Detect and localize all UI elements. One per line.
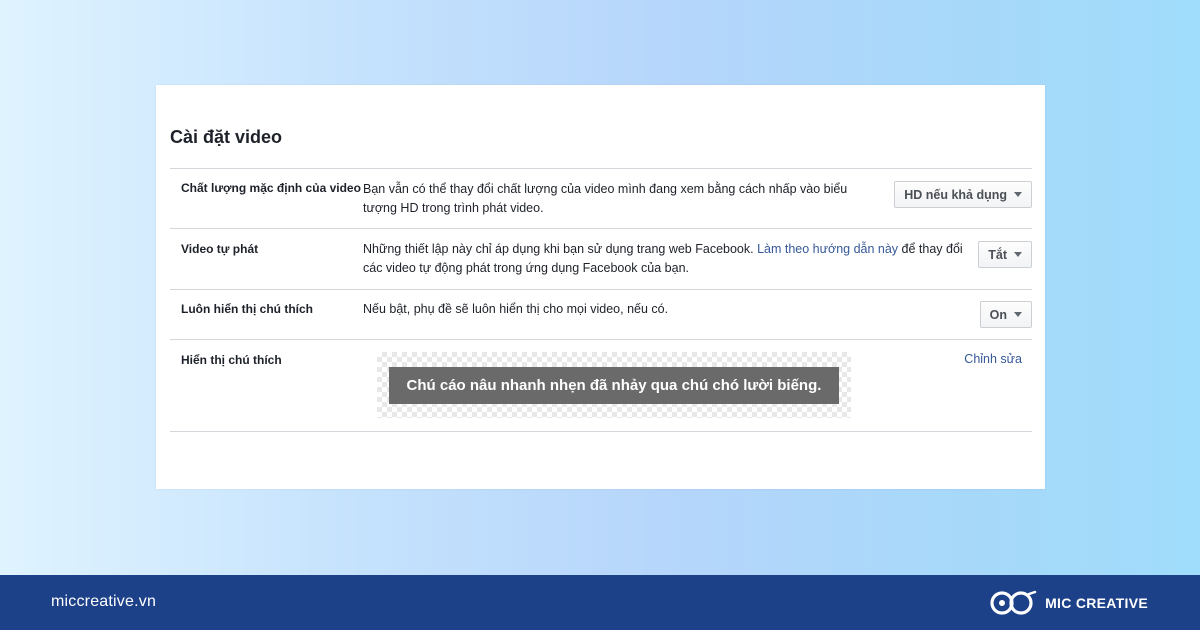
default-quality-description: Bạn vẫn có thể thay đổi chất lượng của v… xyxy=(363,182,848,215)
default-quality-label: Chất lượng mặc định của video xyxy=(181,181,361,195)
divider xyxy=(170,168,1032,169)
dropdown-value: On xyxy=(989,307,1007,322)
dropdown-value: Tắt xyxy=(988,247,1007,262)
mic-creative-logo-icon xyxy=(990,590,1037,615)
brand-logo: MIC CREATIVE xyxy=(989,588,1148,618)
brand-name: MIC CREATIVE xyxy=(1045,595,1148,611)
default-quality-dropdown[interactable]: HD nếu khả dụng xyxy=(894,181,1032,208)
edit-captions-link[interactable]: Chỉnh sửa xyxy=(964,352,1022,366)
caption-sample: Chú cáo nâu nhanh nhẹn đã nhảy qua chú c… xyxy=(389,367,839,404)
autoplay-dropdown[interactable]: Tắt xyxy=(978,241,1032,268)
chevron-down-icon xyxy=(1014,312,1022,317)
always-show-captions-label: Luôn hiển thị chú thích xyxy=(181,302,313,316)
chevron-down-icon xyxy=(1014,252,1022,257)
always-show-captions-dropdown[interactable]: On xyxy=(979,301,1032,328)
dropdown-value: HD nếu khả dụng xyxy=(904,187,1007,202)
autoplay-description-text: Những thiết lập này chỉ áp dụng khi bạn … xyxy=(363,242,754,256)
caption-preview: Chú cáo nâu nhanh nhẹn đã nhảy qua chú c… xyxy=(377,352,851,418)
page-title: Cài đặt video xyxy=(170,127,283,147)
autoplay-description: Những thiết lập này chỉ áp dụng khi bạn … xyxy=(363,240,963,278)
video-settings-panel: Cài đặt video Chất lượng mặc định của vi… xyxy=(156,85,1045,489)
divider xyxy=(170,289,1032,290)
divider xyxy=(170,228,1032,229)
always-show-captions-description: Nếu bật, phụ đề sẽ luôn hiển thị cho mọi… xyxy=(363,302,669,316)
caption-display-label: Hiển thị chú thích xyxy=(181,353,282,367)
divider xyxy=(170,339,1032,340)
autoplay-label: Video tự phát xyxy=(181,242,259,256)
chevron-down-icon xyxy=(1014,192,1022,197)
divider xyxy=(170,431,1032,432)
footer-bar: miccreative.vn MIC CREATIVE xyxy=(0,575,1200,630)
website-url[interactable]: miccreative.vn xyxy=(51,593,156,611)
instructions-link[interactable]: Làm theo hướng dẫn này xyxy=(757,242,898,256)
